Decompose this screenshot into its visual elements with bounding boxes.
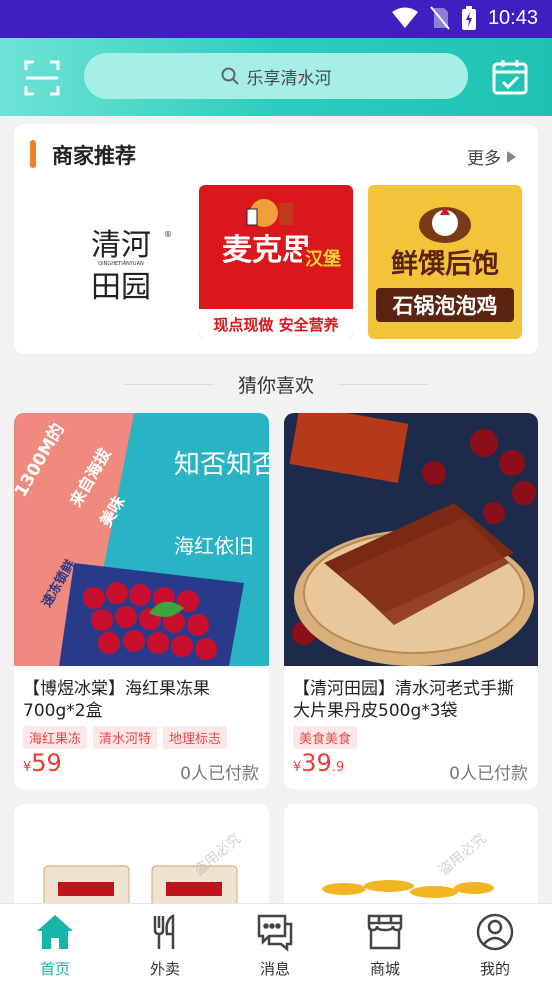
merchant-logo-qinghe[interactable]: 清河 田园 QINGHETIANYUAN ®	[44, 185, 198, 339]
xianzhuan-sub: 石锅泡泡鸡	[392, 294, 498, 318]
product-price: ¥59	[23, 749, 62, 777]
logo-line-2: 田园	[91, 270, 151, 305]
wifi-icon	[391, 7, 418, 28]
scan-button[interactable]	[22, 58, 62, 98]
tab-profile[interactable]: 我的	[440, 904, 550, 981]
xianzhuan-logo-image: 鲜馔后饱 石锅泡泡鸡	[376, 207, 514, 322]
tab-label: 我的	[479, 960, 510, 978]
svg-text:®: ®	[164, 230, 172, 239]
section-accent-bar	[30, 140, 36, 168]
divider-right	[338, 384, 428, 385]
product-card[interactable]: 1300M的 来自海拔 美味 速冻锁鲜 知否知否 海红依旧 【博煜冰棠】海红果冻…	[14, 413, 269, 789]
price-decimal: .9	[331, 760, 345, 775]
calendar-button[interactable]	[490, 57, 530, 97]
tab-messages[interactable]: 消息	[220, 904, 330, 981]
product-name: 【清河田园】清水河老式手撕大片果丹皮500g*3袋	[293, 679, 514, 721]
scan-icon	[24, 60, 60, 96]
tab-label: 消息	[259, 960, 290, 978]
utensils-icon	[153, 913, 175, 949]
no-sim-icon	[430, 6, 450, 30]
home-icon	[37, 915, 73, 949]
maikesi-tag: 汉堡	[305, 248, 341, 270]
chat-icon	[257, 914, 293, 952]
image-text-poem-1: 知否知否	[174, 450, 269, 480]
store-icon	[367, 914, 403, 950]
merchant-section-title: 商家推荐	[52, 144, 136, 168]
tab-label: 外卖	[149, 960, 180, 978]
product-tag: 地理标志	[163, 726, 228, 749]
tab-mall[interactable]: 商城	[330, 904, 440, 981]
more-label: 更多	[467, 149, 501, 169]
top-bar: 乐享清水河	[0, 38, 552, 116]
product-tag: 海红果冻	[23, 726, 88, 749]
product-card[interactable]: 【清河田园】清水河老式手撕大片果丹皮500g*3袋 美食美食 ¥39.9 0人已…	[284, 413, 538, 789]
arrow-right-icon	[507, 150, 516, 163]
clock: 10:43	[487, 6, 538, 29]
bottom-tab-bar: 首页 外卖 消息 商城 我的	[0, 903, 552, 981]
xianzhuan-name: 鲜馔后饱	[391, 249, 499, 280]
product-tags: 海红果冻 清水河特 地理标志	[23, 726, 228, 749]
more-button[interactable]: 更多	[467, 144, 516, 169]
tab-label: 商城	[369, 960, 400, 978]
tab-label: 首页	[39, 960, 70, 978]
calendar-check-icon	[492, 60, 528, 95]
product-name: 【博煜冰棠】海红果冻果700g*2盒	[23, 679, 210, 721]
product-image: 1300M的 来自海拔 美味 速冻锁鲜 知否知否 海红依旧	[14, 413, 269, 666]
maikesi-slogan: 现点现做 安全营养	[213, 316, 339, 334]
merchant-recommend-section: 商家推荐 更多 清河 田园 QINGHETIANYUAN ® 麦克思 汉堡 现点…	[14, 124, 538, 354]
search-icon	[221, 67, 239, 85]
product-tags: 美食美食	[293, 726, 358, 749]
maikesi-logo-image: 麦克思 汉堡 现点现做 安全营养	[199, 199, 353, 339]
tab-takeout[interactable]: 外卖	[110, 904, 220, 981]
logo-line-1: 清河	[91, 228, 151, 263]
maikesi-name: 麦克思	[222, 233, 312, 268]
paid-count: 0人已付款	[180, 764, 259, 784]
qinghe-logo-image: 清河 田园 QINGHETIANYUAN ®	[91, 228, 172, 305]
product-card[interactable]: 盗用必究	[14, 804, 269, 914]
search-input[interactable]: 乐享清水河	[84, 53, 468, 99]
product-card[interactable]: 盗用必究	[284, 804, 538, 914]
product-tag: 清水河特	[93, 726, 158, 749]
search-placeholder: 乐享清水河	[246, 68, 332, 89]
product-price: ¥39.9	[293, 749, 344, 777]
logo-pinyin: QINGHETIANYUAN	[98, 261, 144, 267]
user-icon	[476, 913, 514, 951]
merchant-logo-maikesi[interactable]: 麦克思 汉堡 现点现做 安全营养	[199, 185, 353, 339]
status-bar: 10:43	[0, 0, 552, 38]
guess-title: 猜你喜欢	[237, 375, 314, 397]
price-integer: 39	[301, 749, 332, 777]
product-tag: 美食美食	[293, 726, 358, 749]
tab-home[interactable]: 首页	[0, 904, 110, 981]
guess-you-like-header: 猜你喜欢	[0, 368, 552, 400]
image-text-poem-2: 海红依旧	[174, 534, 254, 558]
product-image	[284, 413, 538, 666]
merchant-logo-xianzhuan[interactable]: 鲜馔后饱 石锅泡泡鸡	[368, 185, 522, 339]
product-image	[14, 804, 269, 914]
price-integer: 59	[31, 749, 62, 777]
battery-icon	[461, 6, 476, 30]
paid-count: 0人已付款	[449, 764, 528, 784]
product-image	[284, 804, 538, 914]
